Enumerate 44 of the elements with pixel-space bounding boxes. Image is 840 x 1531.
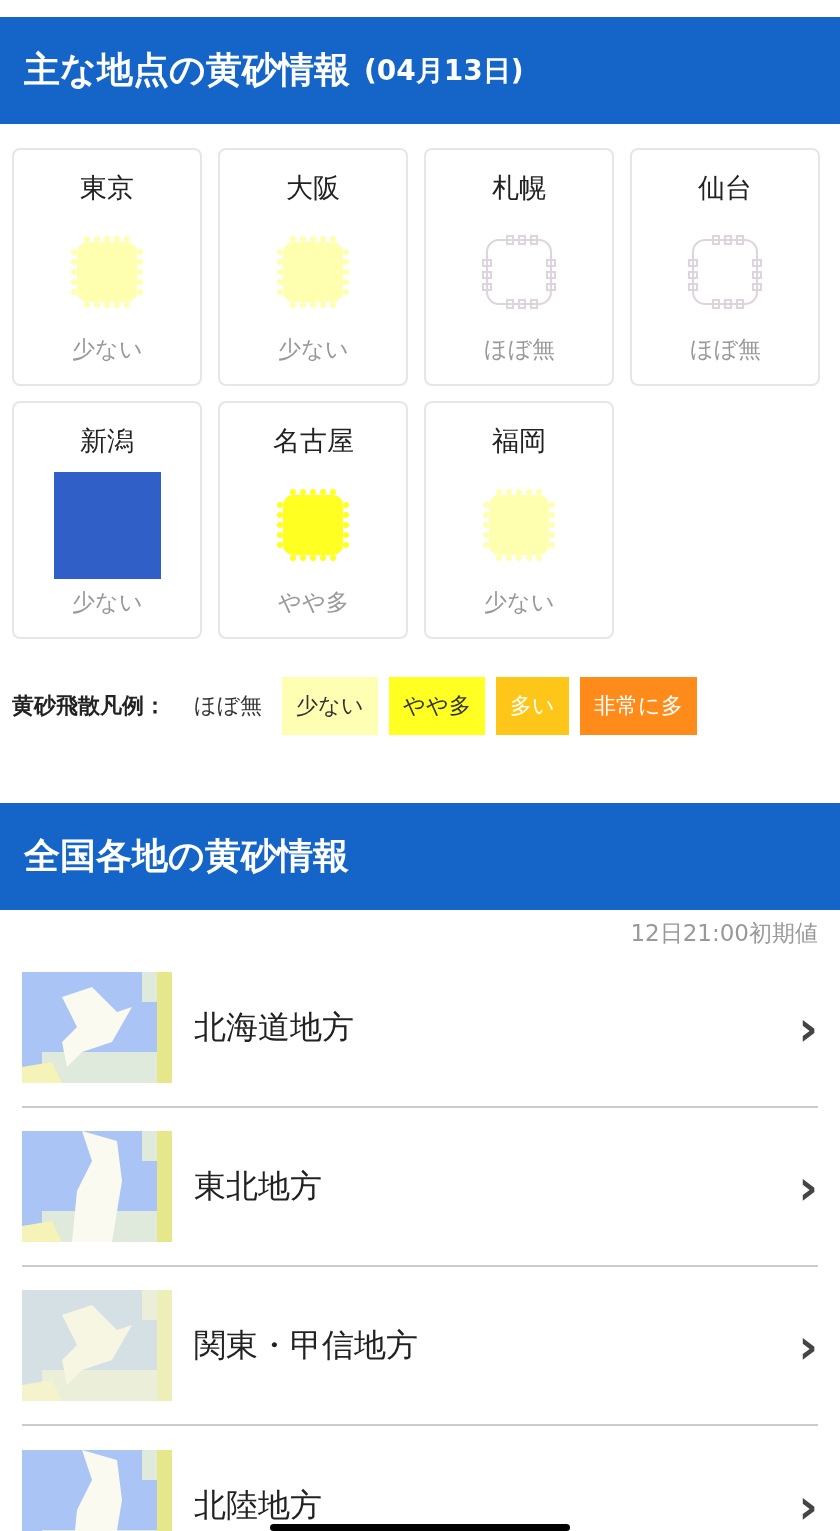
section-title: 全国各地の黄砂情報 bbox=[24, 834, 349, 878]
city-name: 東京 bbox=[80, 171, 134, 205]
legend-item: ほぼ無 bbox=[193, 692, 263, 720]
legend-chip: やや多 bbox=[389, 677, 485, 735]
city-name: 仙台 bbox=[698, 171, 752, 205]
region-row[interactable]: 北海道地方 › bbox=[22, 949, 818, 1108]
region-name: 北陸地方 bbox=[194, 1484, 322, 1526]
home-indicator[interactable] bbox=[270, 1524, 570, 1531]
region-name: 東北地方 bbox=[194, 1165, 322, 1207]
timestamp: 12日21:00初期値 bbox=[629, 919, 819, 948]
city-name: 福岡 bbox=[492, 424, 546, 458]
legend-chip: 多い bbox=[496, 677, 569, 735]
legend-label: 黄砂飛散凡例： bbox=[12, 692, 166, 720]
chevron: › bbox=[798, 1321, 818, 1370]
level-label: 少ない bbox=[483, 588, 555, 617]
city-card[interactable]: 名古屋 やや多 bbox=[218, 401, 408, 639]
city-card[interactable]: 東京 少ない bbox=[12, 148, 202, 386]
region-row[interactable]: 北陸地方 › bbox=[22, 1426, 818, 1531]
chevron: › bbox=[798, 1003, 818, 1052]
city-name: 札幌 bbox=[492, 171, 546, 205]
legend-chip: 非常に多 bbox=[580, 677, 697, 735]
city-card[interactable]: 札幌 ほぼ無 bbox=[424, 148, 614, 386]
city-name: 名古屋 bbox=[272, 424, 354, 458]
region-name: 関東・甲信地方 bbox=[194, 1324, 418, 1366]
region-row[interactable]: 関東・甲信地方 › bbox=[22, 1267, 818, 1426]
level-label: やや多 bbox=[277, 588, 349, 617]
section-date: (04月13日) bbox=[364, 52, 524, 89]
legend-chip: 少ない bbox=[282, 677, 378, 735]
city-card[interactable]: 新潟 少ない bbox=[12, 401, 202, 639]
level-label: ほぼ無 bbox=[483, 335, 555, 364]
level-label: 少ない bbox=[71, 588, 143, 617]
chevron: › bbox=[798, 1481, 818, 1530]
chevron: › bbox=[798, 1162, 818, 1211]
city-name: 新潟 bbox=[80, 424, 134, 458]
city-card[interactable]: 仙台 ほぼ無 bbox=[630, 148, 820, 386]
level-label: 少ない bbox=[277, 335, 349, 364]
city-name: 大阪 bbox=[286, 171, 340, 205]
city-card[interactable]: 大阪 少ない bbox=[218, 148, 408, 386]
region-row[interactable]: 東北地方 › bbox=[22, 1108, 818, 1267]
level-label: ほぼ無 bbox=[689, 335, 761, 364]
region-name: 北海道地方 bbox=[194, 1006, 354, 1048]
section-title: 主な地点の黄砂情報 bbox=[24, 48, 350, 92]
city-card[interactable]: 福岡 少ない bbox=[424, 401, 614, 639]
level-label: 少ない bbox=[71, 335, 143, 364]
